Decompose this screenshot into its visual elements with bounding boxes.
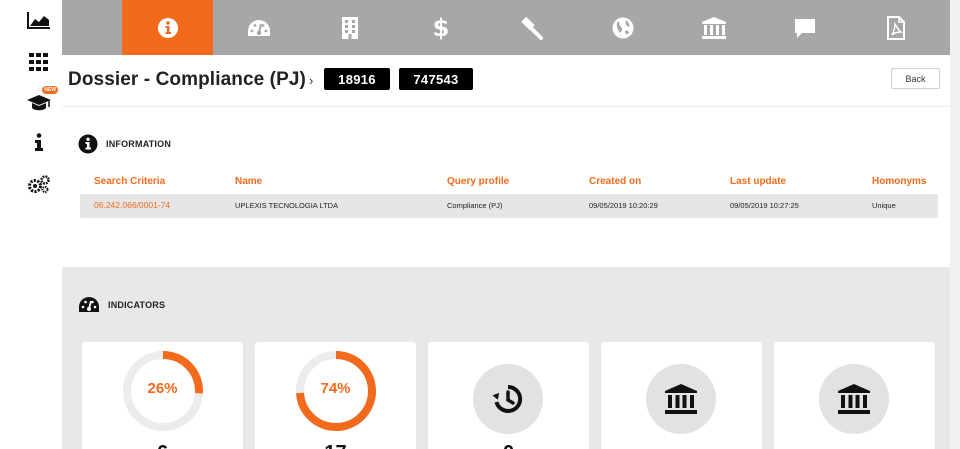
comment-icon (794, 18, 815, 38)
indicator-count: 6 (82, 442, 243, 449)
column-header: Last update (730, 176, 787, 187)
tab-company[interactable] (304, 0, 395, 55)
dollar-icon: $ (433, 15, 449, 41)
indicators-section-header: INDICATORS (78, 296, 165, 314)
indicators-label: INDICATORS (108, 300, 166, 310)
building-icon (341, 16, 358, 39)
tab-export-pdf[interactable] (850, 0, 941, 55)
info-circle-icon (157, 17, 178, 38)
rail-item-settings[interactable] (24, 172, 54, 196)
history-icon (492, 384, 523, 413)
table-header-row: Search Criteria Name Query profile Creat… (80, 176, 938, 191)
indicator-percent: 74% (320, 380, 351, 397)
globe-icon (612, 17, 633, 38)
query-profile: Compliance (PJ) (447, 201, 503, 210)
tab-global[interactable] (577, 0, 668, 55)
page-scrollbar[interactable] (950, 0, 960, 449)
query-id-badge: 747543 (399, 68, 473, 90)
indicator-card[interactable] (774, 342, 935, 449)
page-header: Dossier - Compliance (PJ) › 18916 747543… (62, 55, 960, 107)
left-rail: NEW (0, 0, 62, 449)
column-header: Name (235, 176, 263, 187)
grid-icon (29, 53, 48, 71)
rail-item-apps[interactable] (24, 50, 54, 74)
indicator-count: 0 (428, 442, 589, 449)
tab-dashboard[interactable] (213, 0, 304, 55)
search-criteria-link[interactable]: 06.242.066/0001-74 (94, 200, 170, 210)
indicator-icon-circle (819, 364, 889, 434)
bank-icon (701, 16, 726, 39)
back-button[interactable]: Back (891, 68, 940, 89)
info-icon (35, 133, 43, 151)
page-title: Dossier - Compliance (PJ) (68, 69, 306, 90)
column-header: Query profile (447, 176, 510, 187)
bank-icon (665, 384, 697, 414)
indicators-panel: INDICATORS 26% 6 74% 17 0 (62, 267, 950, 449)
tab-financial[interactable]: $ (395, 0, 486, 55)
homonyms: Unique (872, 201, 896, 210)
indicator-icon-circle (646, 364, 716, 434)
breadcrumb-separator: › (309, 73, 314, 88)
indicator-percent: 26% (147, 380, 178, 397)
indicator-card[interactable] (601, 342, 762, 449)
indicator-card[interactable]: 74% 17 (255, 342, 416, 449)
rail-item-info[interactable] (24, 130, 54, 154)
info-circle-icon (78, 134, 98, 154)
tab-comments[interactable] (759, 0, 850, 55)
rail-item-analytics[interactable] (24, 8, 54, 32)
pdf-icon (886, 15, 905, 40)
graduation-cap-icon (27, 95, 51, 111)
information-section-header: INFORMATION (78, 134, 171, 154)
column-header: Homonyms (872, 176, 927, 187)
tab-information[interactable] (122, 0, 213, 55)
column-header: Created on (589, 176, 642, 187)
last-update: 09/05/2019 10:27:25 (730, 201, 799, 210)
indicator-card[interactable]: 0 (428, 342, 589, 449)
gavel-icon (521, 16, 543, 40)
information-table: Search Criteria Name Query profile Creat… (80, 176, 938, 218)
dashboard-icon (79, 297, 99, 312)
indicator-count: 17 (255, 442, 416, 449)
information-label: INFORMATION (106, 139, 172, 149)
chart-area-icon (27, 12, 50, 29)
table-row[interactable]: 06.242.066/0001-74 UPLEXIS TECNOLOGIA LT… (80, 194, 938, 218)
rail-item-learning[interactable]: NEW (24, 86, 58, 114)
gears-icon (28, 175, 50, 193)
column-header: Search Criteria (94, 176, 166, 187)
top-tab-bar: $ (62, 0, 960, 55)
svg-text:$: $ (433, 15, 449, 41)
company-name: UPLEXIS TECNOLOGIA LTDA (235, 201, 339, 210)
indicator-icon-circle (473, 364, 543, 434)
dashboard-icon (247, 19, 270, 36)
bank-icon (838, 384, 870, 414)
dossier-id-badge: 18916 (324, 68, 390, 90)
new-badge: NEW (42, 86, 58, 94)
created-on: 09/05/2019 10:20:29 (589, 201, 658, 210)
tab-public-bodies[interactable] (668, 0, 759, 55)
tab-legal[interactable] (486, 0, 577, 55)
indicator-card[interactable]: 26% 6 (82, 342, 243, 449)
